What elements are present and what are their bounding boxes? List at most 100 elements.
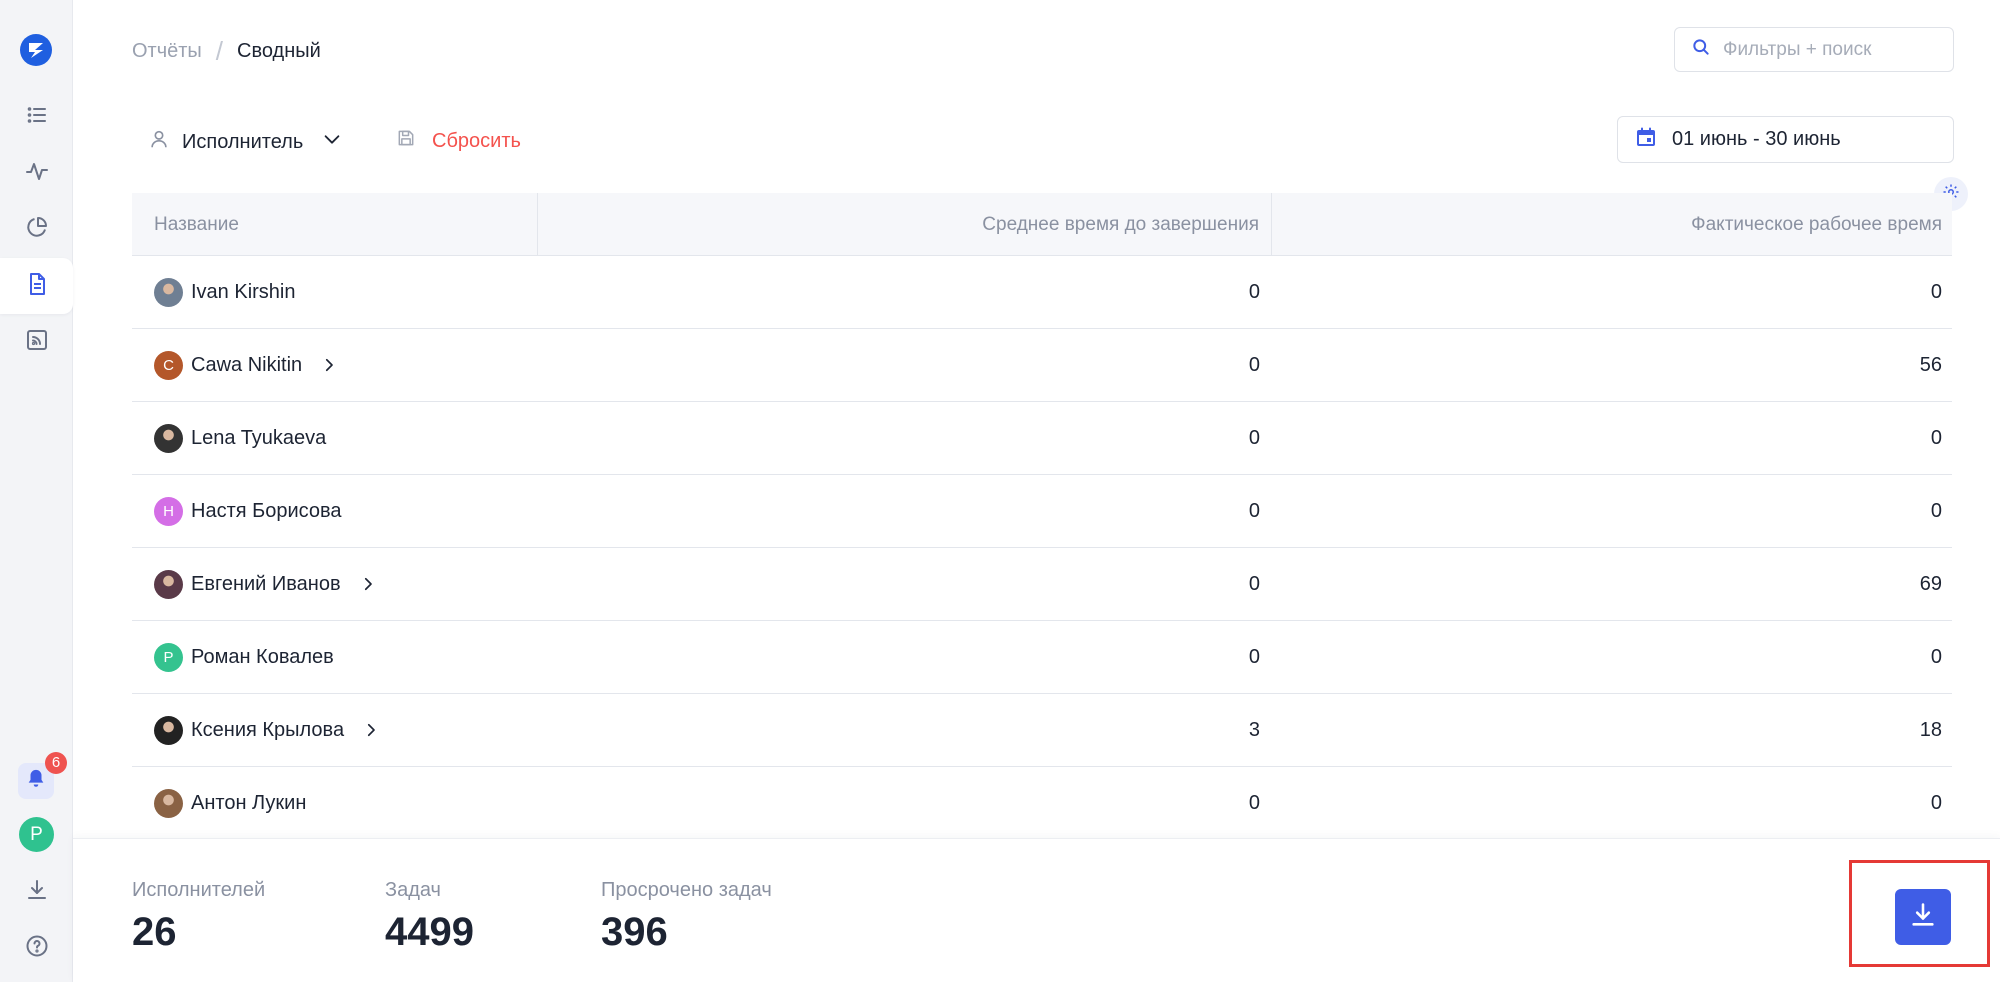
stat-label: Исполнителей	[132, 879, 266, 901]
breadcrumb-reports[interactable]: Отчёты	[132, 40, 202, 63]
user-icon	[148, 128, 170, 156]
help-icon	[25, 934, 49, 963]
stat-value: 396	[601, 910, 668, 954]
sidebar-item-analytics[interactable]	[0, 201, 73, 257]
avatar: Р	[154, 642, 183, 672]
cell-avg-time: 0	[1248, 353, 1260, 376]
date-range-value: 01 июнь - 30 июнь	[1672, 128, 1841, 150]
avatar: Н	[154, 496, 183, 526]
cell-actual-time: 0	[1930, 280, 1942, 303]
save-icon	[396, 128, 416, 154]
cell-avg-time: 0	[1248, 645, 1260, 668]
sidebar-item-feed[interactable]	[0, 314, 73, 370]
breadcrumb-separator: /	[215, 36, 224, 66]
table-row[interactable]: Ivan Kirshin 0 0	[132, 256, 1952, 329]
cell-avg-time: 0	[1248, 280, 1260, 303]
stat-tasks: Задач 4499	[385, 879, 474, 955]
bell-icon	[25, 768, 47, 795]
cell-assignee: Ксения Крылова	[132, 715, 538, 745]
cell-assignee: Lena Tyukaeva	[132, 423, 538, 453]
page-title: Сводный	[237, 40, 321, 62]
search-box[interactable]	[1674, 27, 1954, 72]
chevron-right-icon[interactable]	[359, 575, 377, 593]
cell-assignee: С Cawa Nikitin	[132, 350, 538, 380]
sidebar-item-reports[interactable]	[0, 258, 73, 314]
breadcrumb: Отчёты / Сводный	[132, 36, 321, 67]
cell-actual-time: 56	[1919, 353, 1942, 376]
cell-actual-time: 69	[1919, 572, 1942, 595]
table-row[interactable]: Ксения Крылова 3 18	[132, 694, 1952, 767]
summary-footer: Исполнителей 26 Задач 4499 Просрочено за…	[73, 838, 2000, 982]
cell-avg-time: 0	[1248, 499, 1260, 522]
sidebar-item-help[interactable]	[0, 920, 73, 976]
cell-avg-time: 0	[1248, 572, 1260, 595]
assignee-name: Настя Борисова	[191, 499, 342, 522]
cell-actual-time: 0	[1930, 645, 1942, 668]
document-icon	[25, 272, 49, 301]
avatar	[154, 715, 183, 745]
chevron-right-icon[interactable]	[362, 721, 380, 739]
stat-label: Просрочено задач	[601, 879, 772, 901]
search-input[interactable]	[1723, 38, 1943, 61]
highlight-box	[1849, 860, 1990, 967]
table-row[interactable]: Р Роман Ковалев 0 0	[132, 621, 1952, 694]
avatar	[154, 569, 183, 599]
table-row[interactable]: С Cawa Nikitin 0 56	[132, 329, 1952, 402]
table-row[interactable]: Lena Tyukaeva 0 0	[132, 402, 1952, 475]
cell-actual-time: 18	[1919, 718, 1942, 741]
app-logo[interactable]	[18, 32, 54, 68]
cell-avg-time: 3	[1248, 718, 1260, 741]
group-by-label: Исполнитель	[182, 130, 304, 153]
avatar	[154, 423, 183, 453]
stat-assignees: Исполнителей 26	[132, 879, 265, 955]
cell-assignee: Антон Лукин	[132, 788, 538, 818]
sidebar: 6 Р	[0, 0, 73, 982]
search-icon	[1691, 37, 1711, 62]
column-header-name[interactable]: Название	[132, 193, 538, 256]
assignee-name: Ivan Kirshin	[191, 280, 296, 303]
assignee-name: Роман Ковалев	[191, 645, 334, 668]
assignee-name: Евгений Иванов	[191, 572, 341, 595]
table-header: Название Среднее время до завершения Фак…	[132, 193, 1952, 256]
sidebar-item-tasks[interactable]	[0, 89, 73, 145]
reset-label: Сбросить	[432, 129, 521, 152]
reset-button[interactable]: Сбросить	[396, 128, 521, 154]
chevron-down-icon	[321, 128, 343, 156]
assignee-name: Ксения Крылова	[191, 718, 345, 741]
assignee-name: Lena Tyukaeva	[191, 426, 327, 449]
stat-value: 26	[132, 910, 177, 954]
table-row[interactable]: Н Настя Борисова 0 0	[132, 475, 1952, 548]
stat-label: Задач	[385, 879, 441, 901]
feed-icon	[25, 328, 49, 357]
chevron-right-icon[interactable]	[320, 356, 338, 374]
table-row[interactable]: Антон Лукин 0 0	[132, 767, 1952, 840]
cell-avg-time: 0	[1248, 791, 1260, 814]
avatar: С	[154, 350, 183, 380]
avatar	[154, 277, 183, 307]
avatar	[154, 788, 183, 818]
list-icon	[25, 103, 49, 132]
report-table: Название Среднее время до завершения Фак…	[132, 193, 1952, 840]
table-body: Ivan Kirshin 0 0 С Cawa Nikitin 0 56 Lena Tyuka…	[132, 256, 1952, 840]
table-row[interactable]: Евгений Иванов 0 69	[132, 548, 1952, 621]
date-range-picker[interactable]: 01 июнь - 30 июнь	[1617, 116, 1954, 163]
sidebar-item-activity[interactable]	[0, 145, 73, 201]
activity-icon	[25, 159, 49, 188]
column-header-actual-time[interactable]: Фактическое рабочее время	[1272, 193, 1952, 256]
column-header-avg-time[interactable]: Среднее время до завершения	[538, 193, 1272, 256]
notifications-badge: 6	[45, 752, 67, 774]
group-by-select[interactable]: Исполнитель	[148, 128, 343, 156]
cell-assignee: Р Роман Ковалев	[132, 642, 538, 672]
calendar-icon	[1634, 125, 1658, 155]
cell-actual-time: 0	[1930, 791, 1942, 814]
pie-chart-icon	[25, 215, 49, 244]
sidebar-item-downloads[interactable]	[0, 864, 73, 920]
cell-assignee: Евгений Иванов	[132, 569, 538, 599]
cell-assignee: Ivan Kirshin	[132, 277, 538, 307]
user-avatar[interactable]: Р	[19, 817, 54, 852]
cell-actual-time: 0	[1930, 499, 1942, 522]
cell-avg-time: 0	[1248, 426, 1260, 449]
stat-overdue: Просрочено задач 396	[601, 879, 772, 955]
download-icon	[25, 878, 49, 907]
assignee-name: Антон Лукин	[191, 791, 307, 814]
